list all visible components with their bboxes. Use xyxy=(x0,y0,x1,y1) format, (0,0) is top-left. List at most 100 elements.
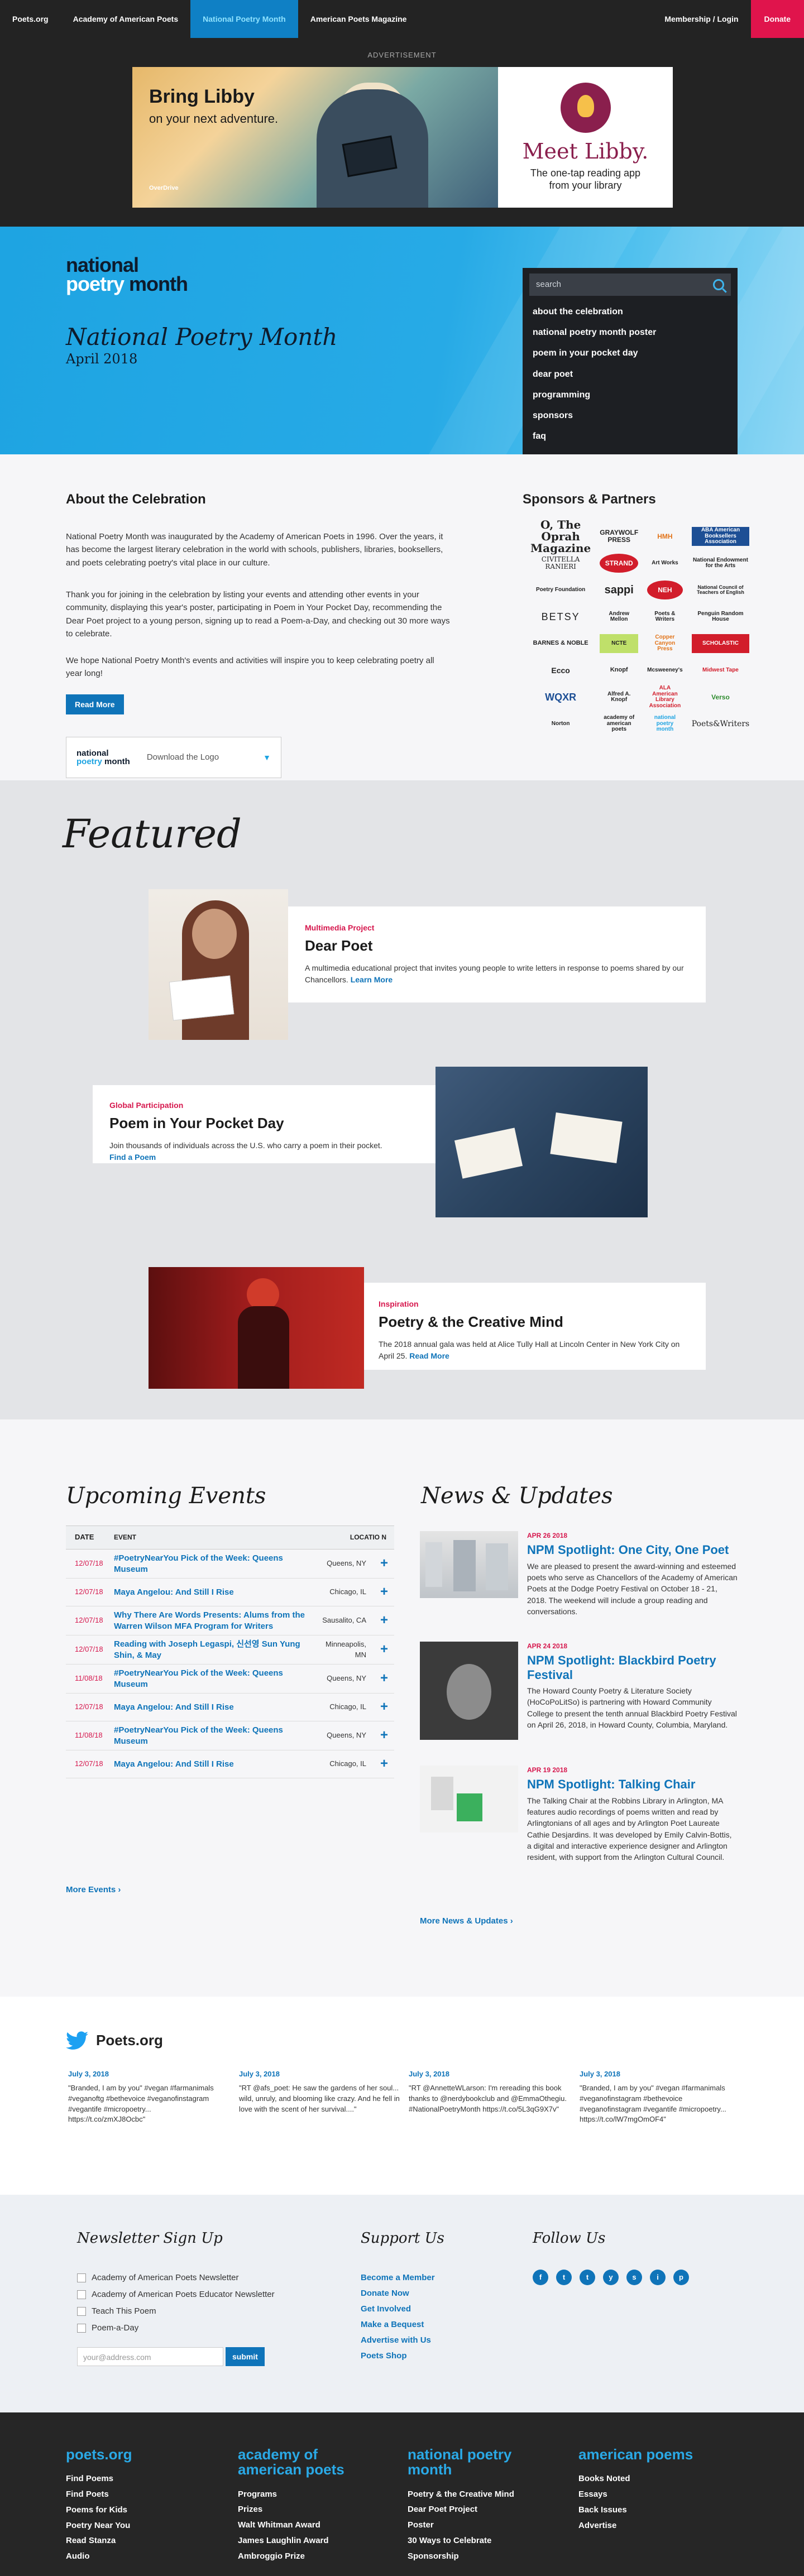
soundcloud-icon[interactable]: s xyxy=(626,2270,642,2285)
more-news-link[interactable]: More News & Updates › xyxy=(420,1915,513,1927)
sponsor-logo[interactable]: Ecco xyxy=(530,661,591,680)
pocket-day-image[interactable] xyxy=(436,1067,648,1217)
sponsor-logo[interactable]: Knopf xyxy=(600,661,638,680)
sponsor-logo[interactable]: WQXR xyxy=(530,688,591,707)
table-row[interactable]: 12/07/18 Maya Angelou: And Still I Rise Ch… xyxy=(66,1750,394,1778)
nav-academy[interactable]: Academy of American Poets xyxy=(61,0,191,38)
footer-link[interactable]: James Laughlin Award xyxy=(238,2533,366,2549)
footer-column-title[interactable]: poets.org xyxy=(66,2447,194,2462)
footer-link[interactable]: Audio xyxy=(66,2549,194,2564)
sponsor-logo[interactable]: Poetry Foundation xyxy=(530,581,591,599)
checkbox[interactable] xyxy=(77,2273,86,2282)
footer-link[interactable]: Dear Poet Project xyxy=(408,2502,536,2517)
table-row[interactable]: 12/07/18 Why There Are Words Presents: Al… xyxy=(66,1606,394,1635)
ad-banner[interactable]: Bring Libby on your next adventure. Over… xyxy=(132,67,673,208)
event-title[interactable]: #PoetryNearYou Pick of the Week: Queens … xyxy=(114,1550,313,1578)
sponsor-logo[interactable]: Norton xyxy=(530,714,591,733)
twitter-icon[interactable]: t xyxy=(556,2270,572,2285)
add-event-icon[interactable]: + xyxy=(374,1554,394,1574)
menu-poster[interactable]: national poetry month poster xyxy=(523,322,738,343)
nav-national-poetry-month[interactable]: National Poetry Month xyxy=(190,0,298,38)
menu-about[interactable]: about the celebration xyxy=(523,301,738,322)
sponsor-logo[interactable]: STRAND xyxy=(600,554,639,573)
facebook-icon[interactable]: f xyxy=(533,2270,548,2285)
search-icon[interactable] xyxy=(713,279,724,290)
newsletter-option[interactable]: Academy of American Poets Newsletter xyxy=(77,2272,238,2284)
menu-sponsors[interactable]: sponsors xyxy=(523,405,738,426)
newsletter-option[interactable]: Poem-a-Day xyxy=(77,2322,138,2334)
footer-column-title[interactable]: american poems xyxy=(578,2447,718,2462)
read-more-button[interactable]: Read More xyxy=(66,694,124,715)
support-link[interactable]: Become a Member xyxy=(361,2272,435,2284)
sponsor-logo[interactable]: sappi xyxy=(600,581,638,599)
menu-pocket-day[interactable]: poem in your pocket day xyxy=(523,343,738,363)
donate-button[interactable]: Donate xyxy=(750,0,804,38)
footer-link[interactable]: Find Poets xyxy=(66,2487,194,2502)
add-event-icon[interactable]: + xyxy=(374,1582,394,1602)
support-link[interactable]: Advertise with Us xyxy=(361,2334,431,2347)
footer-column-title[interactable]: national poetry month xyxy=(408,2447,536,2478)
footer-link[interactable]: Books Noted xyxy=(578,2471,718,2487)
event-title[interactable]: #PoetryNearYou Pick of the Week: Queens … xyxy=(114,1664,313,1693)
sponsor-logo[interactable]: O, The Oprah Magazine xyxy=(530,519,591,554)
table-row[interactable]: 12/07/18 Maya Angelou: And Still I Rise Ch… xyxy=(66,1579,394,1606)
sponsor-logo[interactable]: national poetry month xyxy=(647,714,683,733)
learn-more-link[interactable]: Learn More xyxy=(351,975,393,984)
youtube-icon[interactable]: y xyxy=(603,2270,619,2285)
footer-link[interactable]: Poster xyxy=(408,2517,536,2533)
footer-link[interactable]: Sponsorship xyxy=(408,2549,536,2564)
table-row[interactable]: 12/07/18 Reading with Joseph Legaspi, 신선영… xyxy=(66,1635,394,1664)
table-row[interactable]: 12/07/18 #PoetryNearYou Pick of the Week:… xyxy=(66,1550,394,1579)
add-event-icon[interactable]: + xyxy=(374,1640,394,1659)
membership-login-link[interactable]: Membership / Login xyxy=(652,0,750,38)
checkbox[interactable] xyxy=(77,2306,86,2316)
add-event-icon[interactable]: + xyxy=(374,1697,394,1717)
add-event-icon[interactable]: + xyxy=(374,1669,394,1688)
sponsor-logo[interactable]: Penguin Random House xyxy=(692,607,750,626)
event-title[interactable]: Why There Are Words Presents: Alums from… xyxy=(114,1606,313,1635)
featured-card-creative-mind[interactable]: Inspiration Poetry & the Creative Mind T… xyxy=(364,1283,706,1370)
instagram-icon[interactable]: i xyxy=(650,2270,666,2285)
table-row[interactable]: 11/08/18 #PoetryNearYou Pick of the Week:… xyxy=(66,1664,394,1694)
newsletter-option[interactable]: Academy of American Poets Educator Newsl… xyxy=(77,2289,275,2301)
footer-link[interactable]: Prizes xyxy=(238,2502,366,2517)
menu-faq[interactable]: faq xyxy=(523,426,738,447)
newsletter-option[interactable]: Teach This Poem xyxy=(77,2305,156,2318)
sponsor-logo[interactable]: Mcsweeney's xyxy=(647,661,683,680)
card-title[interactable]: Dear Poet xyxy=(305,936,689,957)
tweet[interactable]: July 3, 2018 "RT @AnnetteWLarson: I'm rer… xyxy=(409,2069,571,2114)
sponsor-logo[interactable]: CIVITELLA RANIERI xyxy=(530,554,591,573)
sponsor-logo[interactable]: Midwest Tape xyxy=(692,661,750,680)
support-link[interactable]: Get Involved xyxy=(361,2303,411,2315)
news-item[interactable]: APR 24 2018 NPM Spotlight: Blackbird Poe… xyxy=(420,1642,738,1740)
footer-link[interactable]: Programs xyxy=(238,2487,366,2502)
footer-link[interactable]: Read Stanza xyxy=(66,2533,194,2549)
event-title[interactable]: #PoetryNearYou Pick of the Week: Queens … xyxy=(114,1721,313,1750)
footer-link[interactable]: Ambroggio Prize xyxy=(238,2549,366,2564)
add-event-icon[interactable]: + xyxy=(374,1726,394,1745)
sponsor-logo[interactable]: BETSY xyxy=(530,607,591,626)
tweet[interactable]: July 3, 2018 "RT @afs_poet: He saw the ga… xyxy=(239,2069,401,2114)
sponsor-logo[interactable]: ABA American Booksellers Association xyxy=(691,527,750,546)
sponsor-logo[interactable]: Alfred A. Knopf xyxy=(600,688,638,707)
sponsor-logo[interactable]: BARNES & NOBLE xyxy=(530,634,591,653)
sponsor-logo[interactable]: NEH xyxy=(647,581,683,599)
sponsor-logo[interactable]: academy of american poets xyxy=(600,714,638,733)
search-input[interactable]: search xyxy=(529,274,731,296)
sponsor-logo[interactable]: Andrew Mellon xyxy=(600,607,638,626)
more-events-link[interactable]: More Events › xyxy=(66,1884,121,1896)
support-link[interactable]: Donate Now xyxy=(361,2287,409,2300)
checkbox[interactable] xyxy=(77,2323,86,2333)
add-event-icon[interactable]: + xyxy=(374,1754,394,1774)
support-link[interactable]: Make a Bequest xyxy=(361,2319,424,2331)
add-event-icon[interactable]: + xyxy=(374,1611,394,1630)
sponsor-logo[interactable]: ALA American Library Association xyxy=(647,685,683,708)
footer-link[interactable]: Essays xyxy=(578,2487,718,2502)
news-title[interactable]: NPM Spotlight: Blackbird Poetry Festival xyxy=(527,1653,738,1682)
news-item[interactable]: APR 26 2018 NPM Spotlight: One City, One… xyxy=(420,1531,738,1617)
table-row[interactable]: 11/08/18 #PoetryNearYou Pick of the Week:… xyxy=(66,1721,394,1750)
news-title[interactable]: NPM Spotlight: One City, One Poet xyxy=(527,1543,738,1557)
find-a-poem-link[interactable]: Find a Poem xyxy=(109,1153,156,1162)
nav-poets-org[interactable]: Poets.org xyxy=(0,0,61,38)
footer-link[interactable]: Back Issues xyxy=(578,2502,718,2518)
